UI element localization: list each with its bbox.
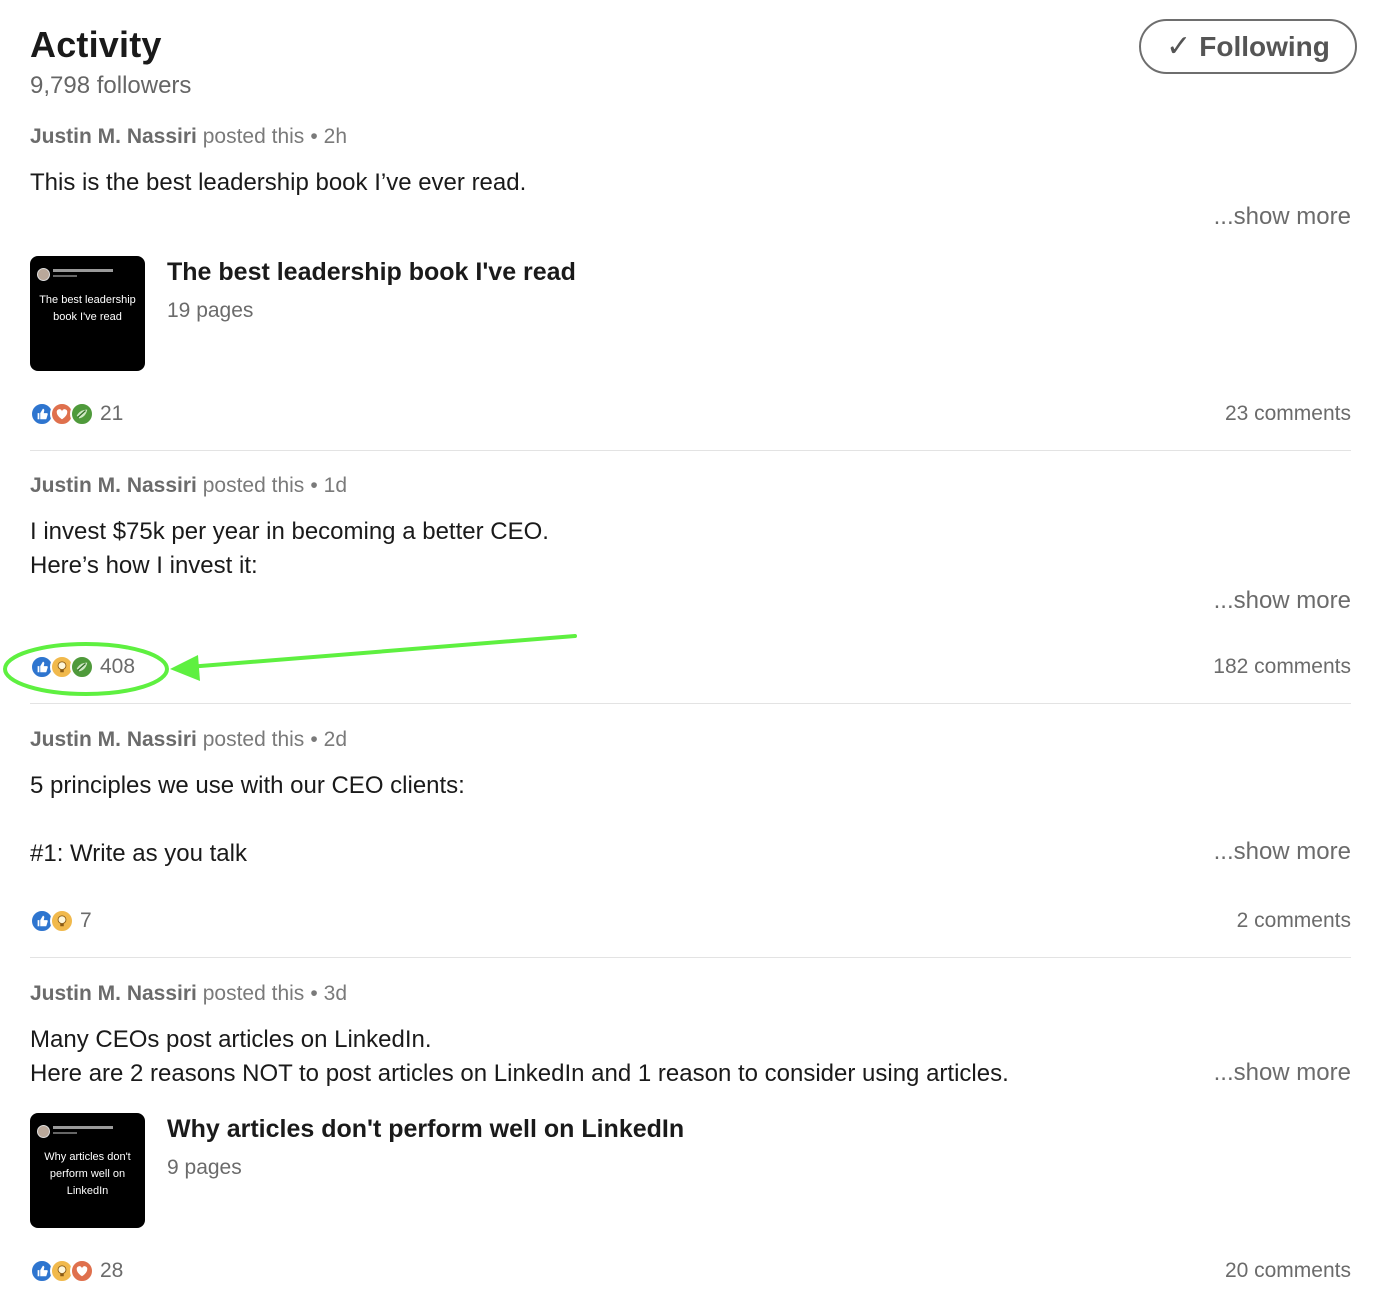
post-meta: Justin M. Nassiri posted this • 2d [30,728,347,752]
reactions-summary[interactable]: 21 [30,402,123,426]
reaction-count: 28 [100,1259,124,1282]
separator-dot: • [310,982,318,1005]
comments-count[interactable]: 2 comments [1237,909,1351,933]
post-author[interactable]: Justin M. Nassiri [30,728,197,751]
thumbnail-subtitle-line [53,275,77,277]
post-action: posted this [202,982,305,1005]
comments-count[interactable]: 20 comments [1225,1259,1351,1283]
post-author[interactable]: Justin M. Nassiri [30,474,197,497]
post-time: 1d [323,474,348,497]
post-text: 5 principles we use with our CEO clients… [30,769,465,871]
thumbnail-text: Why articles don't perform well on Linke… [44,1151,131,1197]
reactions-summary[interactable]: 408 [30,655,135,679]
post-text: I invest $75k per year in becoming a bet… [30,515,549,583]
reaction-count: 21 [100,402,124,425]
document-info: The best leadership book I've read 19 pa… [167,256,576,371]
post-time: 3d [323,982,348,1005]
post-4: Justin M. Nassiri posted this • 3d Many CE… [30,975,1351,1308]
comments-count[interactable]: 182 comments [1213,655,1351,679]
post-action: posted this [202,125,305,148]
post-text-line: #1: Write as you talk [30,840,247,867]
thumbnail-avatar [37,1125,50,1138]
document-attachment[interactable]: The best leadership book I've read The b… [30,256,576,371]
post-meta: Justin M. Nassiri posted this • 3d [30,982,347,1006]
comments-count[interactable]: 23 comments [1225,402,1351,426]
separator-dot: • [310,474,318,497]
thumbnail-author-line [53,1126,113,1129]
page-title: Activity [30,24,162,65]
activity-header: Activity 9,798 followers [30,24,191,100]
following-button[interactable]: ✓ Following [1139,19,1357,74]
thumbnail-author-line [53,269,113,272]
post-text-line: Here’s how I invest it: [30,552,258,579]
post-action: posted this [202,728,305,751]
following-button-label: Following [1199,30,1330,62]
post-author[interactable]: Justin M. Nassiri [30,982,197,1005]
post-text-line: Here are 2 reasons NOT to post articles … [30,1060,1009,1087]
post-2: Justin M. Nassiri posted this • 1d I inves… [30,467,1351,704]
separator-dot: • [310,125,318,148]
document-attachment[interactable]: Why articles don't perform well on Linke… [30,1113,684,1228]
post-1: Justin M. Nassiri posted this • 2h This is… [30,118,1351,451]
show-more-link[interactable]: ...show more [1214,1059,1351,1087]
post-text-line: I invest $75k per year in becoming a bet… [30,518,549,545]
document-title[interactable]: Why articles don't perform well on Linke… [167,1115,684,1144]
post-meta: Justin M. Nassiri posted this • 1d [30,474,347,498]
post-text-line: This is the best leadership book I’ve ev… [30,169,527,196]
thumbnail-avatar [37,268,50,281]
show-more-link[interactable]: ...show more [1214,838,1351,866]
reaction-count: 7 [80,909,92,932]
post-time: 2h [323,125,348,148]
support-reaction-icon [70,402,94,426]
post-3: Justin M. Nassiri posted this • 2d 5 princ… [30,721,1351,958]
show-more-link[interactable]: ...show more [1214,203,1351,231]
post-time: 2d [323,728,348,751]
reaction-count: 408 [100,655,136,678]
insightful-reaction-icon [50,909,74,933]
document-info: Why articles don't perform well on Linke… [167,1113,684,1228]
document-title[interactable]: The best leadership book I've read [167,258,576,287]
reactions-summary[interactable]: 28 [30,1259,123,1283]
post-meta: Justin M. Nassiri posted this • 2h [30,125,347,149]
separator-dot: • [310,728,318,751]
show-more-link[interactable]: ...show more [1214,587,1351,615]
post-text: This is the best leadership book I’ve ev… [30,166,526,200]
thumbnail-subtitle-line [53,1132,77,1134]
post-text-line: 5 principles we use with our CEO clients… [30,772,465,799]
post-text: Many CEOs post articles on LinkedIn. Her… [30,1023,1009,1091]
follower-count: 9,798 followers [30,72,192,99]
support-reaction-icon [70,655,94,679]
love-reaction-icon [70,1259,94,1283]
document-pages: 19 pages [167,299,254,322]
post-author[interactable]: Justin M. Nassiri [30,125,197,148]
post-action: posted this [202,474,305,497]
thumbnail-text: The best leadership book I've read [39,294,136,323]
reactions-summary[interactable]: 7 [30,909,92,933]
post-text-line: Many CEOs post articles on LinkedIn. [30,1026,432,1053]
document-thumbnail[interactable]: The best leadership book I've read [30,256,145,371]
post-text-line-blank [30,803,465,837]
document-pages: 9 pages [167,1156,242,1179]
check-icon: ✓ [1166,30,1192,63]
document-thumbnail[interactable]: Why articles don't perform well on Linke… [30,1113,145,1228]
